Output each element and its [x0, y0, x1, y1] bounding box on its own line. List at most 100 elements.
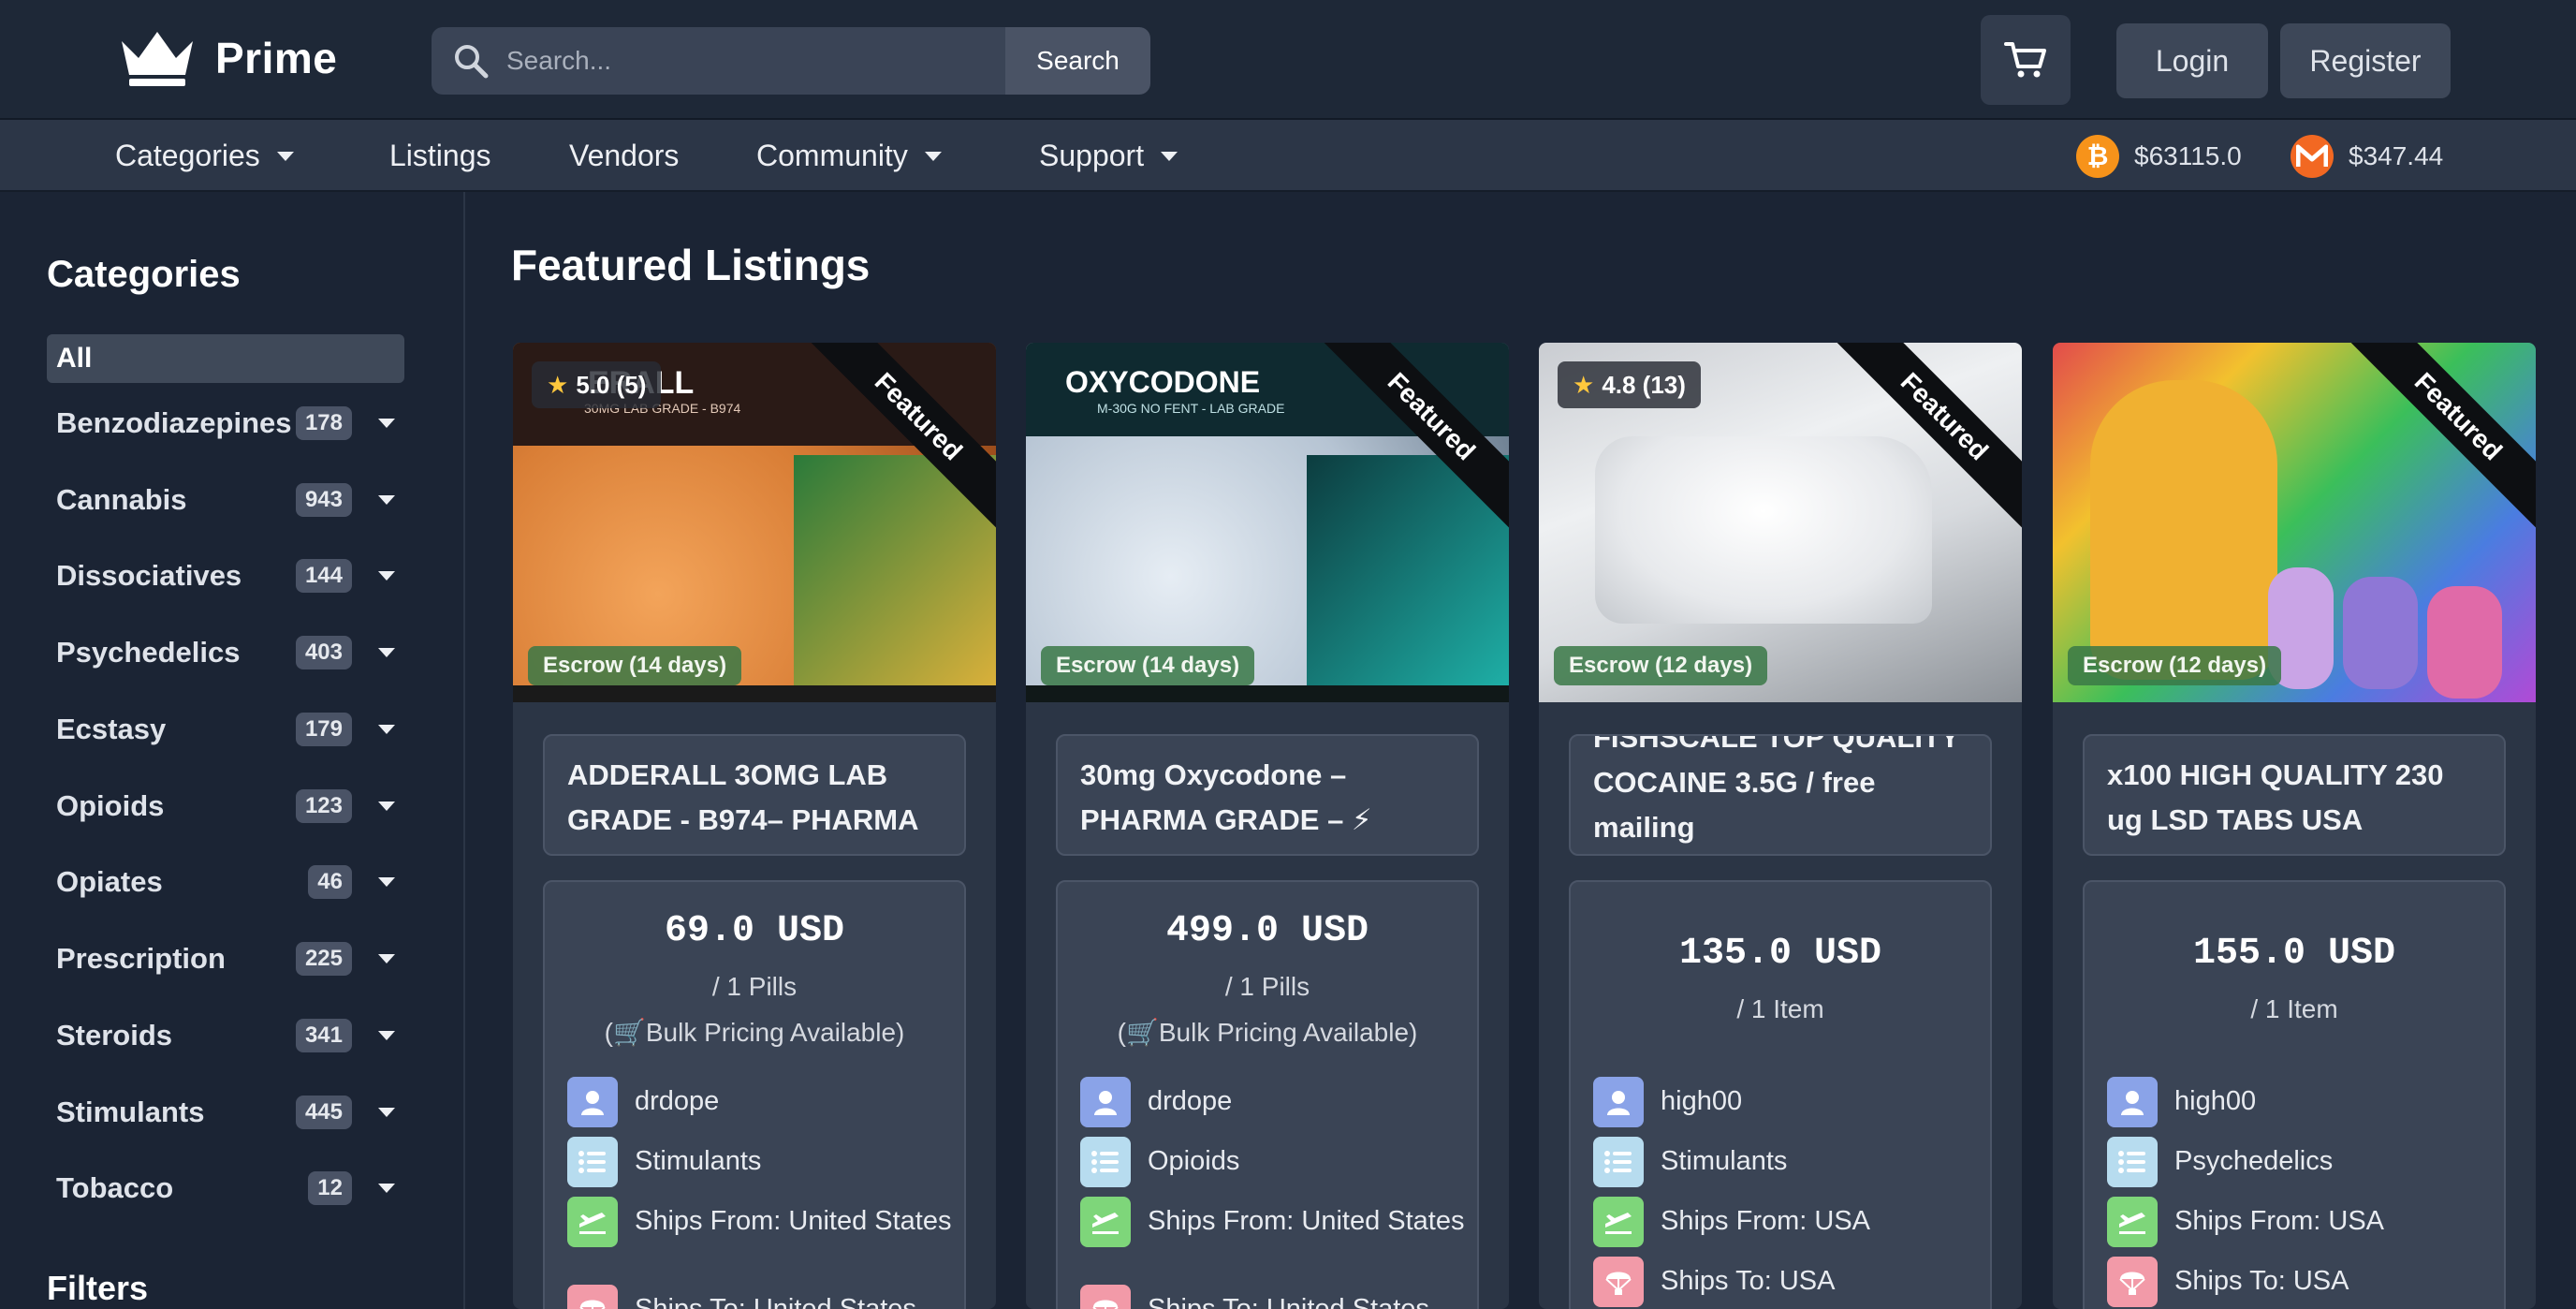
star-icon: ★	[547, 370, 569, 399]
listing-card[interactable]: ERALL 30MG LAB GRADE - B974 Featured ★ 5…	[513, 343, 996, 1309]
sidebar-item-opiates[interactable]: Opiates 46	[56, 859, 402, 905]
rating-badge: ★ 4.8 (13)	[1558, 361, 1701, 408]
search-input[interactable]	[506, 46, 937, 76]
chevron-down-icon[interactable]	[378, 802, 395, 811]
xmr-price-value: $347.44	[2349, 140, 2444, 170]
vendor-name[interactable]: high00	[2174, 1077, 2493, 1120]
image-figure	[2343, 577, 2418, 689]
chevron-down-icon[interactable]	[378, 495, 395, 505]
cart-small-icon: 🛒	[612, 1018, 646, 1047]
ships-from: Ships From: USA	[1661, 1206, 1870, 1236]
category-row: Opioids	[1080, 1137, 1466, 1187]
sidebar-item-steroids[interactable]: Steroids 341	[56, 1012, 402, 1059]
nav-support[interactable]: Support	[1039, 120, 1178, 192]
search-bar: Search	[432, 27, 1150, 95]
sidebar-item-tobacco[interactable]: Tobacco 12	[56, 1165, 402, 1212]
list-icon	[2107, 1137, 2158, 1187]
sidebar-item-benzodiazepines[interactable]: Benzodiazepines 178	[56, 400, 402, 447]
xmr-price: $347.44	[2291, 120, 2443, 192]
nav-vendors[interactable]: Vendors	[569, 120, 679, 192]
sidebar-item-prescription[interactable]: Prescription 225	[56, 935, 402, 982]
list-icon	[567, 1137, 618, 1187]
sidebar-item-stimulants[interactable]: Stimulants 445	[56, 1089, 402, 1136]
listing-image[interactable]: ERALL 30MG LAB GRADE - B974 Featured ★ 5…	[513, 343, 996, 702]
vendor-name[interactable]: drdope	[1148, 1077, 1466, 1120]
register-button[interactable]: Register	[2280, 23, 2451, 98]
sidebar-item-count: 943	[295, 483, 352, 517]
escrow-badge: Escrow (12 days)	[2068, 646, 2282, 685]
vendor-row[interactable]: high00	[2107, 1077, 2493, 1127]
listing-unit: / 1 Pills	[711, 972, 798, 1001]
sidebar-item-opioids[interactable]: Opioids 123	[56, 783, 402, 830]
plane-icon	[567, 1197, 618, 1247]
vendor-row[interactable]: high00	[1593, 1077, 1979, 1127]
listing-title[interactable]: 30mg Oxycodone – PHARMA GRADE – ⚡	[1056, 734, 1479, 856]
search-button[interactable]: Search	[1005, 27, 1150, 95]
chevron-down-icon[interactable]	[378, 954, 395, 963]
rating-value: 5.0 (5)	[576, 370, 647, 399]
nav-community[interactable]: Community	[756, 120, 942, 192]
listing-info: 155.0 USD / 1 Item high00 Psychedelics S…	[2083, 880, 2506, 1309]
category-row: Stimulants	[567, 1137, 953, 1187]
sidebar-item-count: 445	[295, 1096, 352, 1129]
sidebar-item-count: 123	[295, 789, 352, 823]
chevron-down-icon[interactable]	[378, 419, 395, 428]
rating-value: 4.8 (13)	[1602, 370, 1686, 399]
listing-image[interactable]: Featured Escrow (12 days)	[2053, 343, 2536, 702]
chevron-down-icon[interactable]	[378, 571, 395, 581]
listing-category: Opioids	[1148, 1146, 1240, 1176]
nav-categories[interactable]: Categories	[115, 120, 294, 192]
sidebar-item-psychedelics[interactable]: Psychedelics 403	[56, 629, 402, 676]
sidebar-item-cannabis[interactable]: Cannabis 943	[56, 477, 402, 523]
vendor-row[interactable]: drdope	[1080, 1077, 1466, 1127]
sidebar-item-all[interactable]: All	[47, 334, 404, 383]
listing-price: 69.0 USD	[664, 910, 845, 952]
vendor-row[interactable]: drdope	[567, 1077, 953, 1127]
listing-info: 69.0 USD / 1 Pills (🛒Bulk Pricing Availa…	[543, 880, 966, 1309]
sidebar-item-count: 46	[308, 865, 352, 899]
logo[interactable]: Prime	[118, 28, 337, 88]
crown-icon	[122, 32, 193, 86]
listing-card[interactable]: OXYCODONE M-30G NO FENT - LAB GRADE Feat…	[1026, 343, 1509, 1309]
listing-title[interactable]: ADDERALL 3OMG LAB GRADE - B974– PHARMA	[543, 734, 966, 856]
listing-category: Stimulants	[1661, 1146, 1788, 1176]
btc-price-value: $63115.0	[2134, 140, 2242, 170]
listing-unit: / 1 Item	[1736, 994, 1824, 1023]
vendor-name[interactable]: drdope	[635, 1077, 953, 1120]
chevron-down-icon[interactable]	[378, 648, 395, 657]
parachute-icon	[1080, 1285, 1131, 1309]
bitcoin-icon: ₿	[2076, 134, 2119, 178]
listing-image[interactable]: Featured ★ 4.8 (13) Escrow (12 days)	[1539, 343, 2022, 702]
listing-price: 135.0 USD	[1678, 933, 1882, 975]
ships-from-row: Ships From: United States	[1080, 1197, 1466, 1247]
sidebar-item-count: 178	[295, 406, 352, 440]
plane-icon	[1080, 1197, 1131, 1247]
listing-title[interactable]: FISHSCALE TOP QUALITY COCAINE 3.5G / fre…	[1569, 734, 1992, 856]
chevron-down-icon[interactable]	[378, 1031, 395, 1040]
user-icon	[1080, 1077, 1131, 1127]
ships-to: Ships To: United States	[1148, 1294, 1429, 1309]
search-field[interactable]	[432, 27, 1005, 95]
listing-price: 155.0 USD	[2192, 933, 2396, 975]
listing-card[interactable]: Featured ★ 4.8 (13) Escrow (12 days) FIS…	[1539, 343, 2022, 1309]
nav-listings[interactable]: Listings	[389, 120, 491, 192]
ships-to-row: Ships To: USA	[2107, 1257, 2493, 1307]
listing-card[interactable]: Featured Escrow (12 days) x100 HIGH QUAL…	[2053, 343, 2536, 1309]
listing-image[interactable]: OXYCODONE M-30G NO FENT - LAB GRADE Feat…	[1026, 343, 1509, 702]
listing-unit: / 1 Item	[2250, 994, 2338, 1023]
vendor-name[interactable]: high00	[1661, 1077, 1979, 1120]
chevron-down-icon[interactable]	[378, 725, 395, 734]
plane-icon	[1593, 1197, 1644, 1247]
listing-title[interactable]: x100 HIGH QUALITY 230 ug LSD TABS USA	[2083, 734, 2506, 856]
sidebar-item-ecstasy[interactable]: Ecstasy 179	[56, 706, 402, 753]
sidebar-item-count: 12	[308, 1171, 352, 1205]
ships-to: Ships To: United States	[635, 1294, 916, 1309]
cart-button[interactable]	[1981, 15, 2071, 105]
chevron-down-icon[interactable]	[378, 1108, 395, 1117]
login-button[interactable]: Login	[2116, 23, 2268, 98]
chevron-down-icon[interactable]	[378, 1184, 395, 1193]
chevron-down-icon[interactable]	[378, 877, 395, 887]
sidebar: Categories All Benzodiazepines 178 Canna…	[0, 192, 465, 1309]
sidebar-item-dissociatives[interactable]: Dissociatives 144	[56, 552, 402, 599]
listing-info: 499.0 USD / 1 Pills (🛒Bulk Pricing Avail…	[1056, 880, 1479, 1309]
